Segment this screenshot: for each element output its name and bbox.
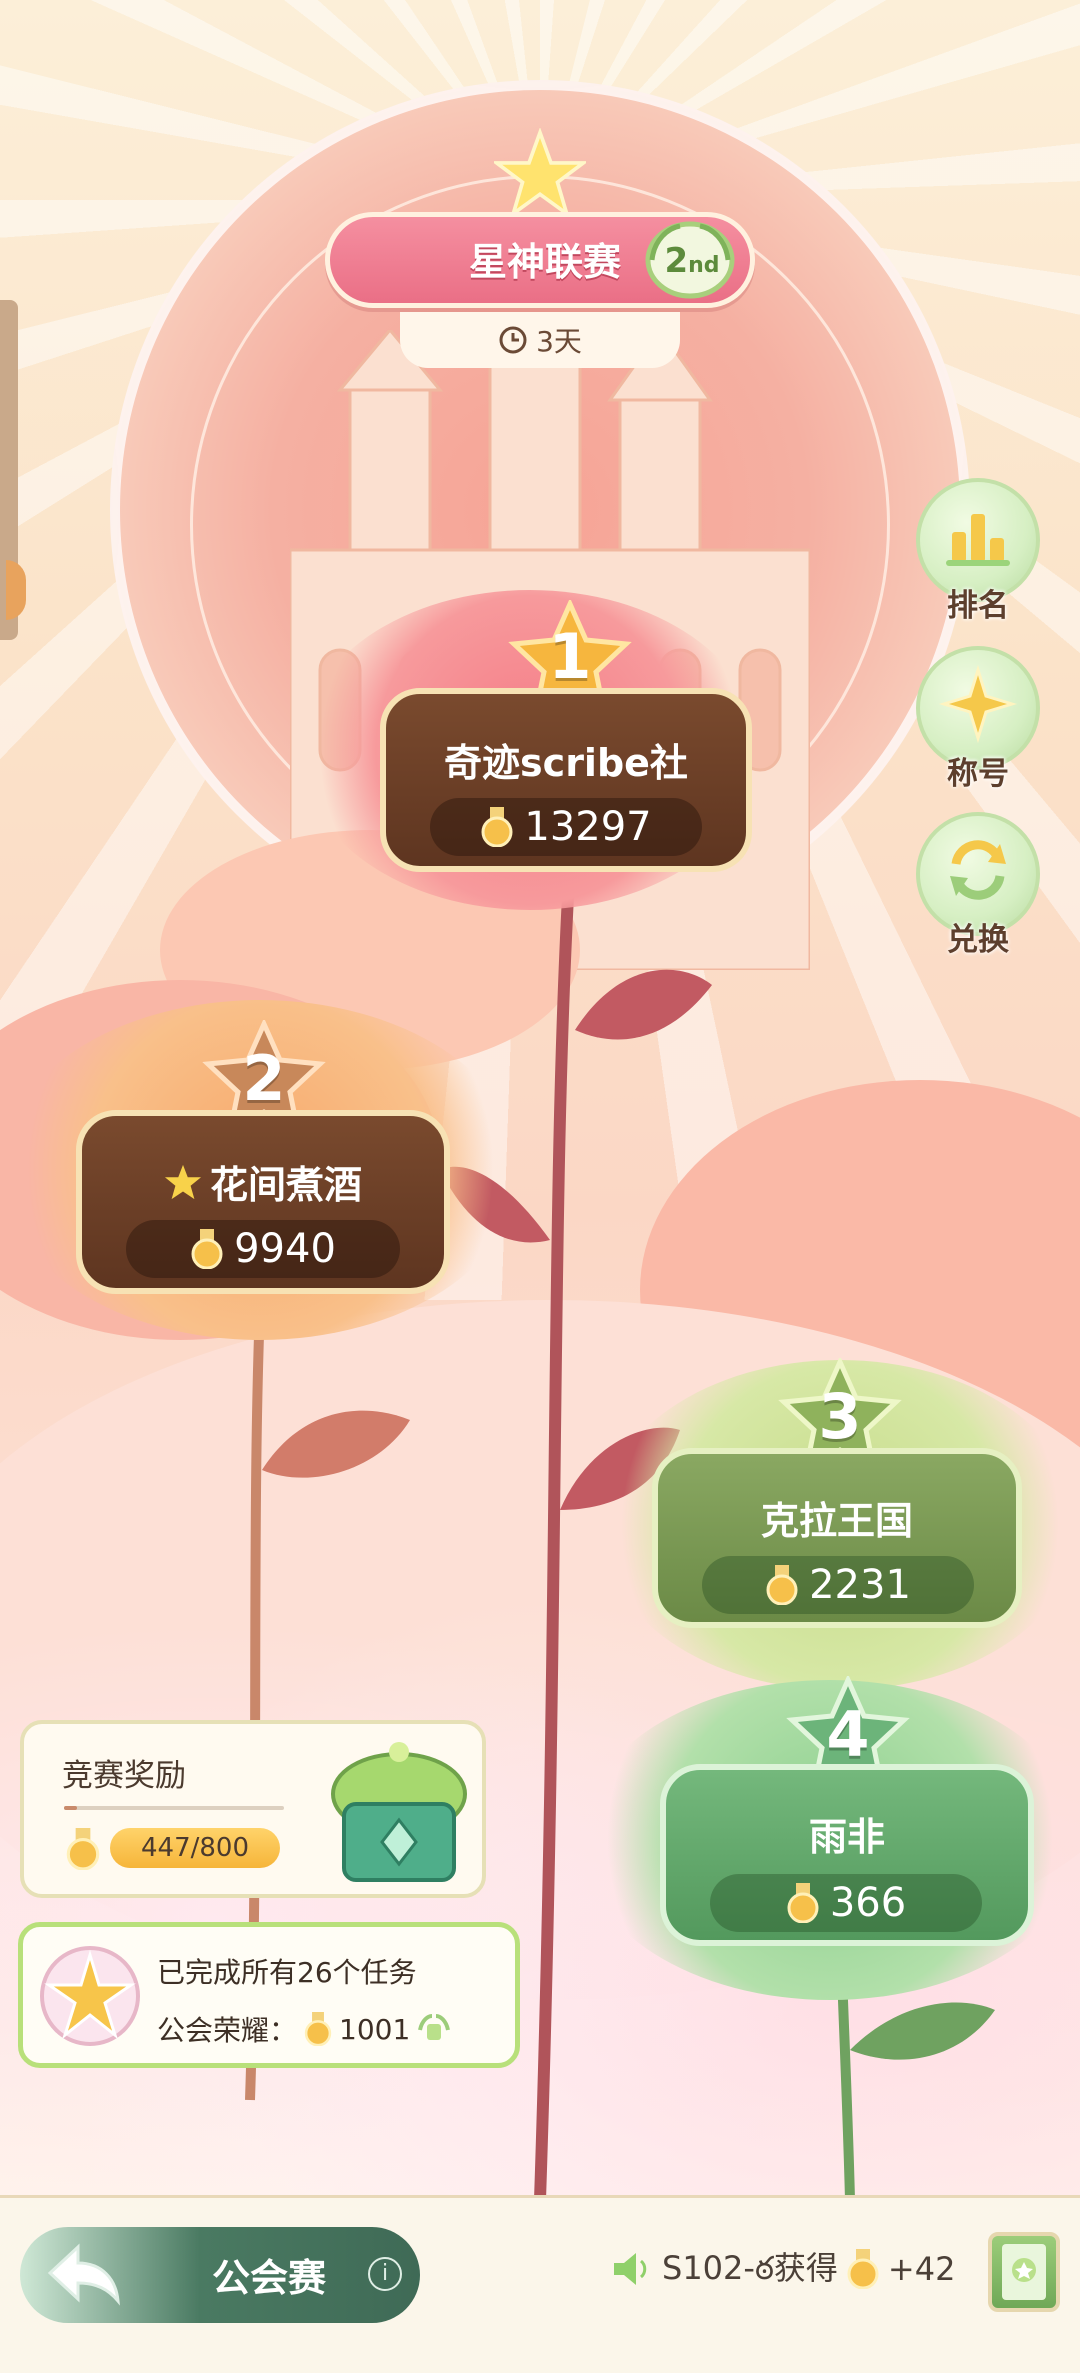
reward-progress-track <box>64 1806 284 1810</box>
medal-icon <box>481 807 513 847</box>
medal-icon <box>847 2249 879 2289</box>
guild-score-pill: 366 <box>710 1874 982 1932</box>
laurel-badge-icon <box>418 2014 451 2040</box>
back-arrow-icon[interactable] <box>44 2239 124 2309</box>
exchange-button[interactable]: 兑换 <box>916 812 1040 962</box>
guild-card-4[interactable]: 雨非 366 <box>660 1764 1034 1946</box>
rank-number: 1 <box>548 620 592 693</box>
medal-icon <box>766 1565 798 1605</box>
rank-number: 4 <box>826 1698 870 1771</box>
guild-name: 雨非 <box>808 1815 885 1859</box>
guild-name: 花间煮酒 <box>209 1163 362 1207</box>
title-label: 称号 <box>947 756 1009 792</box>
event-title: 星神联赛 <box>468 240 621 284</box>
sparkle-icon <box>938 664 1018 744</box>
guild-score: 9940 <box>234 1226 336 1272</box>
task-status-text: 已完成所有26个任务 <box>157 1956 417 1989</box>
guild-honor-label: 公会荣耀： <box>157 2014 298 2047</box>
ranking-button[interactable]: 排名 <box>916 478 1040 628</box>
leader-star-icon <box>164 1164 202 1199</box>
guild-honor-value: 1001 <box>339 2012 411 2046</box>
guild-score: 13297 <box>524 804 652 850</box>
clock-icon <box>499 326 527 354</box>
title-star-icon <box>494 128 586 219</box>
guild-score-pill: 13297 <box>430 798 702 856</box>
rank-number: 3 <box>818 1380 862 1453</box>
broadcast-ticker: S102-ఠ获得 +42 <box>610 2244 955 2294</box>
title-button[interactable]: 称号 <box>916 646 1040 796</box>
guild-card-3[interactable]: 克拉王国 2231 <box>652 1448 1022 1628</box>
competition-reward-panel[interactable]: 竞赛奖励 447/800 <box>20 1720 486 1898</box>
guild-name-row: 花间煮酒 <box>82 1154 444 1209</box>
guild-card-1[interactable]: 奇迹scribe社 13297 <box>380 688 752 872</box>
countdown-timer: 3天 <box>400 312 680 368</box>
medal-icon <box>66 1828 100 1870</box>
guild-contest-title: 公会赛 <box>212 2256 327 2300</box>
guild-honor-row: 公会荣耀： 1001 <box>157 2009 452 2049</box>
book-icon <box>1002 2244 1046 2300</box>
guild-task-panel[interactable]: 已完成所有26个任务 公会荣耀： 1001 <box>18 1922 520 2068</box>
reward-progress-fill <box>64 1806 77 1810</box>
reward-title: 竞赛奖励 <box>62 1758 186 1794</box>
bar-chart-icon <box>946 514 1010 566</box>
guild-name: 克拉王国 <box>760 1499 913 1543</box>
speaker-icon <box>614 2253 647 2285</box>
ranking-label: 排名 <box>947 588 1009 624</box>
reward-chest-icon <box>331 1742 467 1882</box>
guild-score: 2231 <box>809 1562 911 1608</box>
guild-score: 366 <box>829 1880 907 1926</box>
reward-progress-count: 447/800 <box>110 1828 280 1868</box>
league-rank: 2nd <box>664 241 720 281</box>
back-nav[interactable]: 公会赛 i <box>0 2205 428 2335</box>
guild-score-pill: 2231 <box>702 1556 974 1614</box>
medal-icon <box>304 2012 332 2046</box>
ticker-gain: +42 <box>887 2250 956 2288</box>
exchange-icon <box>950 840 1006 900</box>
guild-handbook-button[interactable] <box>988 2232 1060 2312</box>
guild-card-2[interactable]: 花间煮酒 9940 <box>76 1110 450 1294</box>
medal-icon <box>191 1229 223 1269</box>
guild-score-pill: 9940 <box>126 1220 400 1278</box>
info-icon[interactable]: i <box>368 2257 402 2291</box>
medal-icon <box>787 1883 819 1923</box>
ticker-text: S102-ఠ获得 <box>662 2249 838 2287</box>
task-emblem-icon <box>40 1946 140 2046</box>
exchange-label: 兑换 <box>947 922 1009 958</box>
timer-text: 3天 <box>536 325 582 358</box>
guild-name: 奇迹scribe社 <box>444 741 688 785</box>
rank-number: 2 <box>242 1042 286 1115</box>
